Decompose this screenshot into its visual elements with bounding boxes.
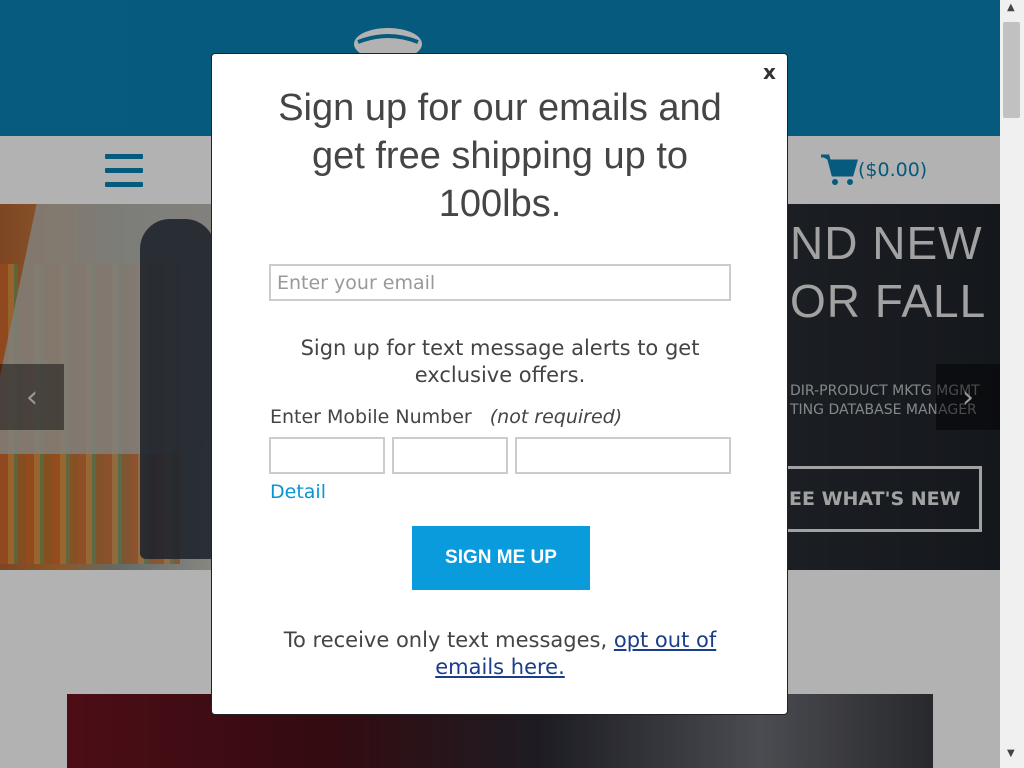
mobile-number-label: Enter Mobile Number (not required) [270,406,622,428]
scroll-up-icon[interactable]: ▲ [1007,2,1015,13]
sign-me-up-button[interactable]: SIGN ME UP [412,526,590,590]
detail-link[interactable]: Detail [270,481,326,503]
optout-prefix: To receive only text messages, [283,628,614,652]
mobile-label-text: Enter Mobile Number [270,406,472,428]
scroll-down-icon[interactable]: ▼ [1007,748,1015,759]
email-field[interactable] [269,264,731,301]
scrollbar-thumb[interactable] [1003,22,1020,118]
close-icon[interactable]: x [763,60,776,84]
optout-text: To receive only text messages, opt out o… [270,627,730,681]
phone-prefix-field[interactable] [392,437,508,474]
sms-signup-text: Sign up for text message alerts to get e… [300,336,700,387]
mobile-optional-note: (not required) [489,406,623,428]
phone-area-code-field[interactable] [269,437,385,474]
phone-line-number-field[interactable] [515,437,731,474]
modal-title: Sign up for our emails and get free ship… [278,87,722,225]
